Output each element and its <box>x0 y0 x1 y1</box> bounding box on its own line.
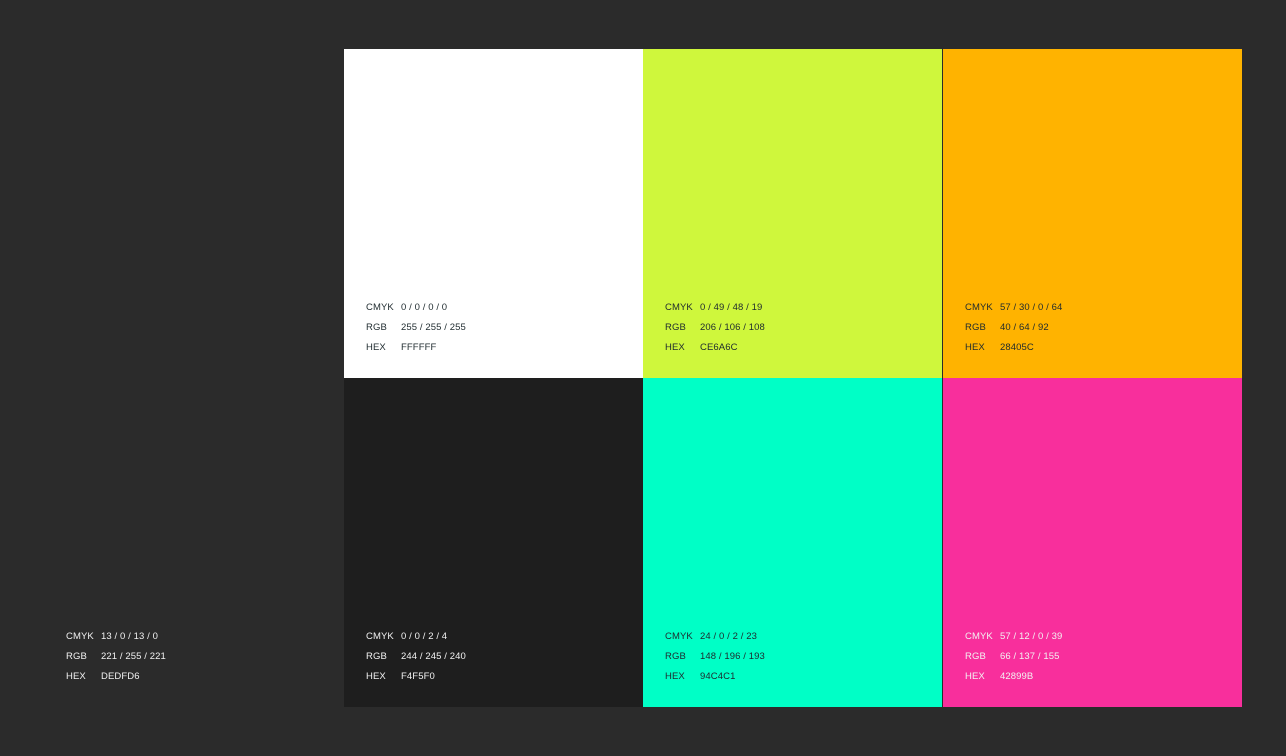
hex-value: 28405C <box>1000 342 1034 353</box>
rgb-value: 221 / 255 / 221 <box>101 651 166 662</box>
rgb-label: RGB <box>66 651 87 662</box>
cmyk-value: 0 / 49 / 48 / 19 <box>700 302 763 313</box>
hex-label: HEX <box>965 671 985 682</box>
hex-label: HEX <box>366 342 386 353</box>
swatch-info: CMYK 24 / 0 / 2 / 23 RGB 148 / 196 / 193… <box>665 627 765 687</box>
cmyk-label: CMYK <box>965 302 993 313</box>
cmyk-label: CMYK <box>366 302 394 313</box>
hex-row: HEX CE6A6C <box>665 338 765 358</box>
cmyk-value: 13 / 0 / 13 / 0 <box>101 631 158 642</box>
rgb-row: RGB 244 / 245 / 240 <box>366 647 466 667</box>
rgb-row: RGB 221 / 255 / 221 <box>66 647 166 667</box>
cmyk-row: CMYK 0 / 0 / 0 / 0 <box>366 298 466 318</box>
cmyk-value: 57 / 12 / 0 / 39 <box>1000 631 1063 642</box>
hex-row: HEX 28405C <box>965 338 1062 358</box>
cmyk-row: CMYK 0 / 49 / 48 / 19 <box>665 298 765 318</box>
cmyk-row: CMYK 0 / 0 / 2 / 4 <box>366 627 466 647</box>
hex-label: HEX <box>665 671 685 682</box>
rgb-row: RGB 148 / 196 / 193 <box>665 647 765 667</box>
rgb-label: RGB <box>366 651 387 662</box>
swatch-info: CMYK 57 / 12 / 0 / 39 RGB 66 / 137 / 155… <box>965 627 1062 687</box>
rgb-row: RGB 40 / 64 / 92 <box>965 318 1062 338</box>
rgb-label: RGB <box>366 322 387 333</box>
swatch-orange: CMYK 57 / 30 / 0 / 64 RGB 40 / 64 / 92 H… <box>943 49 1242 378</box>
hex-value: 42899B <box>1000 671 1034 682</box>
hex-value: 94C4C1 <box>700 671 736 682</box>
rgb-label: RGB <box>965 651 986 662</box>
hex-value: CE6A6C <box>700 342 738 353</box>
swatch-info: CMYK 0 / 0 / 0 / 0 RGB 255 / 255 / 255 H… <box>366 298 466 358</box>
cmyk-row: CMYK 13 / 0 / 13 / 0 <box>66 627 166 647</box>
rgb-value: 40 / 64 / 92 <box>1000 322 1049 333</box>
hex-label: HEX <box>965 342 985 353</box>
swatch-aqua: CMYK 24 / 0 / 2 / 23 RGB 148 / 196 / 193… <box>643 378 942 707</box>
rgb-label: RGB <box>665 322 686 333</box>
swatch-info: CMYK 0 / 0 / 2 / 4 RGB 244 / 245 / 240 H… <box>366 627 466 687</box>
standalone-color-info: CMYK 13 / 0 / 13 / 0 RGB 221 / 255 / 221… <box>66 627 166 687</box>
swatch-pink: CMYK 57 / 12 / 0 / 39 RGB 66 / 137 / 155… <box>943 378 1242 707</box>
cmyk-row: CMYK 24 / 0 / 2 / 23 <box>665 627 765 647</box>
cmyk-label: CMYK <box>665 631 693 642</box>
swatch-info: CMYK 57 / 30 / 0 / 64 RGB 40 / 64 / 92 H… <box>965 298 1062 358</box>
rgb-label: RGB <box>665 651 686 662</box>
color-palette-board: CMYK 13 / 0 / 13 / 0 RGB 221 / 255 / 221… <box>0 0 1286 756</box>
hex-row: HEX FFFFFF <box>366 338 466 358</box>
hex-row: HEX 42899B <box>965 667 1062 687</box>
rgb-label: RGB <box>965 322 986 333</box>
hex-label: HEX <box>366 671 386 682</box>
cmyk-label: CMYK <box>366 631 394 642</box>
cmyk-row: CMYK 57 / 30 / 0 / 64 <box>965 298 1062 318</box>
cmyk-value: 0 / 0 / 2 / 4 <box>401 631 448 642</box>
rgb-value: 206 / 106 / 108 <box>700 322 765 333</box>
cmyk-label: CMYK <box>66 631 94 642</box>
hex-label: HEX <box>665 342 685 353</box>
swatch-info: CMYK 0 / 49 / 48 / 19 RGB 206 / 106 / 10… <box>665 298 765 358</box>
cmyk-value: 57 / 30 / 0 / 64 <box>1000 302 1063 313</box>
hex-value: DEDFD6 <box>101 671 140 682</box>
swatch-lime: CMYK 0 / 49 / 48 / 19 RGB 206 / 106 / 10… <box>643 49 942 378</box>
hex-row: HEX 94C4C1 <box>665 667 765 687</box>
cmyk-value: 0 / 0 / 0 / 0 <box>401 302 448 313</box>
rgb-row: RGB 66 / 137 / 155 <box>965 647 1062 667</box>
hex-value: FFFFFF <box>401 342 437 353</box>
hex-label: HEX <box>66 671 86 682</box>
hex-row: HEX F4F5F0 <box>366 667 466 687</box>
cmyk-label: CMYK <box>665 302 693 313</box>
rgb-value: 66 / 137 / 155 <box>1000 651 1060 662</box>
hex-value: F4F5F0 <box>401 671 435 682</box>
rgb-row: RGB 206 / 106 / 108 <box>665 318 765 338</box>
swatch-white: CMYK 0 / 0 / 0 / 0 RGB 255 / 255 / 255 H… <box>344 49 643 378</box>
rgb-row: RGB 255 / 255 / 255 <box>366 318 466 338</box>
rgb-value: 255 / 255 / 255 <box>401 322 466 333</box>
hex-row: HEX DEDFD6 <box>66 667 166 687</box>
cmyk-label: CMYK <box>965 631 993 642</box>
rgb-value: 244 / 245 / 240 <box>401 651 466 662</box>
cmyk-value: 24 / 0 / 2 / 23 <box>700 631 757 642</box>
swatch-black: CMYK 0 / 0 / 2 / 4 RGB 244 / 245 / 240 H… <box>344 378 643 707</box>
cmyk-row: CMYK 57 / 12 / 0 / 39 <box>965 627 1062 647</box>
rgb-value: 148 / 196 / 193 <box>700 651 765 662</box>
